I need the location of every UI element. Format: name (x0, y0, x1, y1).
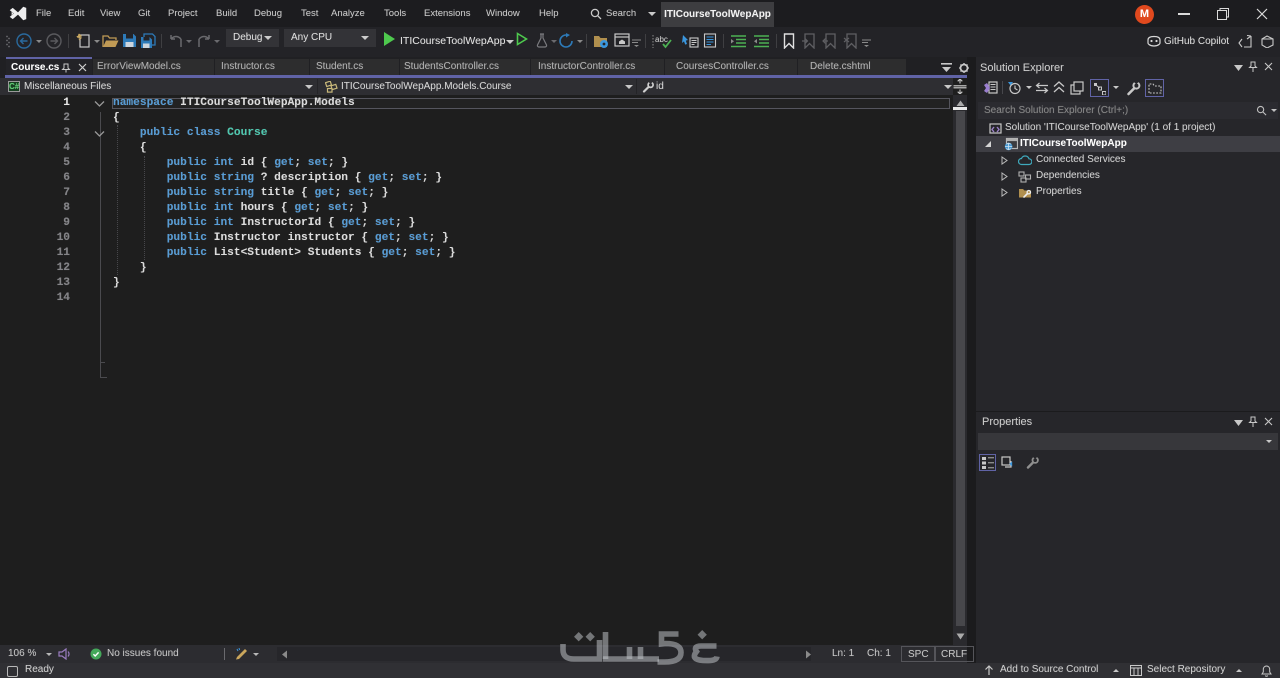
svg-text:abc: abc (655, 35, 668, 44)
